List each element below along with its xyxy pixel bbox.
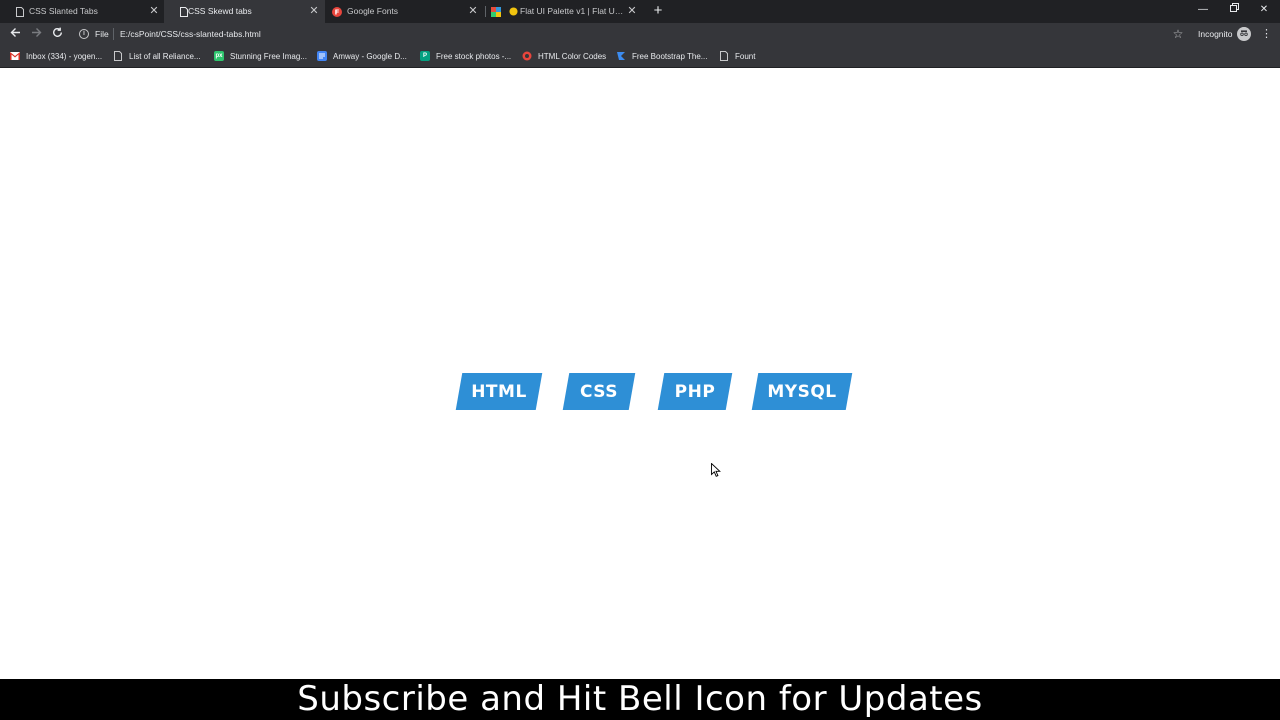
incognito-icon[interactable] [1237, 27, 1251, 41]
flat-ui-icon [491, 6, 501, 17]
browser-tab-css-skewd-tabs[interactable]: CSS Skewd tabs ✕ [164, 0, 325, 23]
reload-button[interactable] [50, 27, 64, 41]
caption-bar: Subscribe and Hit Bell Icon for Updates [0, 679, 1280, 720]
pixabay-icon: px [214, 51, 224, 61]
address-bar[interactable]: E:/csPoint/CSS/css-slanted-tabs.html [120, 29, 261, 40]
bookmark-label: Fount [735, 51, 756, 61]
site-info-icon[interactable]: i [79, 29, 89, 39]
bookmark-label: Amway - Google D... [333, 51, 407, 61]
pexels-icon: P [420, 51, 430, 61]
browser-tab-css-slanted-tabs[interactable]: CSS Slanted Tabs ✕ [0, 0, 165, 23]
browser-tab-strip: CSS Slanted Tabs ✕ CSS Skewd tabs ✕ F Go… [0, 0, 1280, 23]
browser-tab-google-fonts[interactable]: F Google Fonts ✕ [325, 0, 485, 23]
color-codes-icon [522, 51, 532, 61]
address-separator [113, 28, 114, 40]
tab-label: HTML [471, 381, 527, 402]
tab-mysql[interactable]: MYSQL [751, 373, 853, 410]
close-window-icon[interactable]: ✕ [1256, 3, 1272, 17]
tab-title: CSS Slanted Tabs [29, 6, 98, 16]
mouse-cursor-icon [711, 462, 721, 477]
emoji-icon [508, 6, 518, 17]
bookmark-label: Free Bootstrap The... [632, 51, 708, 61]
slanted-tabs: HTML CSS PHP MYSQL [455, 373, 856, 411]
incognito-label: Incognito [1198, 29, 1233, 39]
page-icon [719, 51, 729, 61]
tab-title: Flat UI Palette v1 | Flat UI Col [520, 6, 624, 16]
bookmark-bootstrap-themes[interactable]: Free Bootstrap The... [616, 50, 707, 62]
menu-icon[interactable]: ⋮ [1261, 27, 1272, 41]
close-icon[interactable]: ✕ [308, 5, 320, 17]
tab-label: CSS [579, 381, 618, 402]
bookmark-label: List of all Reliance... [129, 51, 201, 61]
bookmark-label: HTML Color Codes [538, 51, 607, 61]
google-fonts-icon: F [332, 6, 342, 17]
bookmark-label: Free stock photos -... [436, 51, 512, 61]
bookmark-label: Inbox (334) - yogen... [26, 51, 103, 61]
bookmark-fount[interactable]: Fount [719, 50, 755, 62]
page-icon [113, 51, 123, 61]
gmail-icon [10, 51, 20, 61]
tab-label: PHP [674, 381, 716, 402]
new-tab-button[interactable]: + [650, 3, 666, 19]
caption-text: Subscribe and Hit Bell Icon for Updates [297, 679, 983, 719]
tab-php[interactable]: PHP [657, 373, 733, 410]
close-icon[interactable]: ✕ [626, 5, 638, 17]
tab-css[interactable]: CSS [562, 373, 636, 410]
bookmark-html-color-codes[interactable]: HTML Color Codes [522, 50, 606, 62]
forward-button[interactable] [29, 27, 43, 41]
bookmark-inbox[interactable]: Inbox (334) - yogen... [10, 50, 102, 62]
tab-title: Google Fonts [347, 6, 399, 16]
tab-html[interactable]: HTML [455, 373, 543, 410]
address-scheme-label: File [95, 29, 109, 39]
restore-icon[interactable] [1226, 3, 1242, 17]
bookmark-pexels[interactable]: P Free stock photos -... [420, 50, 511, 62]
bookmark-google-docs[interactable]: Amway - Google D... [317, 50, 407, 62]
bookmark-star-icon[interactable]: ☆ [1171, 27, 1185, 41]
bookmark-label: Stunning Free Imag... [230, 51, 307, 61]
page-icon [15, 6, 25, 17]
bookmark-pixabay[interactable]: px Stunning Free Imag... [214, 50, 307, 62]
google-docs-icon [317, 51, 327, 61]
close-icon[interactable]: ✕ [148, 5, 160, 17]
browser-tab-flat-ui-palette[interactable]: Flat UI Palette v1 | Flat UI Col ✕ [485, 0, 645, 23]
close-icon[interactable]: ✕ [467, 5, 479, 17]
minimize-icon[interactable]: — [1195, 3, 1211, 17]
bootstrap-icon [616, 51, 626, 61]
back-button[interactable] [8, 27, 22, 41]
svg-text:F: F [335, 8, 340, 16]
tab-title: CSS Skewd tabs [188, 6, 252, 16]
tab-label: MYSQL [767, 381, 837, 402]
bookmark-reliance-list[interactable]: List of all Reliance... [113, 50, 201, 62]
